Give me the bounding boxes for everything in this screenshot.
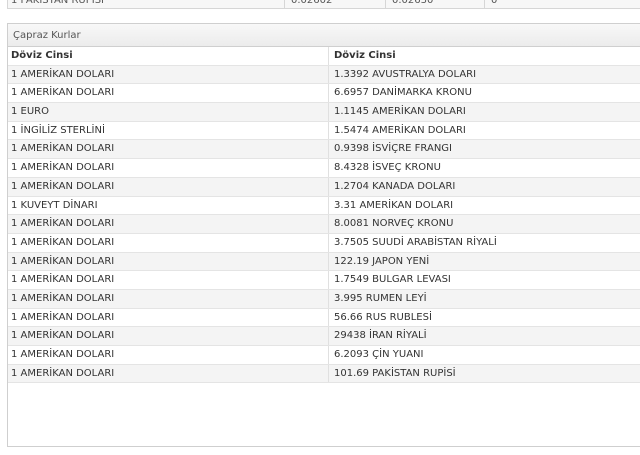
table-row: 1 AMERİKAN DOLARI 122.19 JAPON YENİ: [8, 252, 640, 272]
cell-rate: 1.1145 AMERİKAN DOLARI: [334, 106, 466, 118]
cell-from-currency: 1 EURO: [8, 103, 329, 121]
column-divider: [385, 0, 386, 8]
top-row-currency: 1 PAKİSTAN RUPİSİ: [11, 0, 105, 6]
table-header: Döviz Cinsi Döviz Cinsi: [8, 47, 640, 66]
cell-rate: 3.995 RUMEN LEYİ: [334, 292, 427, 304]
cell-from-currency: 1 AMERİKAN DOLARI: [8, 308, 329, 327]
table-row: 1 AMERİKAN DOLARI 1.3392 AVUSTRALYA DOLAR…: [8, 65, 640, 85]
table-row: 1 AMERİKAN DOLARI 56.66 RUS RUBLESİ: [8, 308, 640, 328]
cell-rate: 1.5474 AMERİKAN DOLARI: [334, 124, 466, 136]
cell-from-currency: 1 AMERİKAN DOLARI: [8, 177, 329, 196]
cell-rate: 122.19 JAPON YENİ: [334, 255, 430, 267]
cell-rate: 3.7505 SUUDİ ARABİSTAN RİYALİ: [334, 236, 497, 248]
cell-from-currency: 1 AMERİKAN DOLARI: [8, 252, 329, 271]
table-row: 1 AMERİKAN DOLARI 3.7505 SUUDİ ARABİSTAN …: [8, 233, 640, 253]
top-row-buy: 0.02602: [291, 0, 333, 6]
cell-rate: 8.4328 İSVEÇ KRONU: [334, 162, 441, 174]
cell-rate: 8.0081 NORVEÇ KRONU: [334, 218, 454, 230]
table-row: 1 AMERİKAN DOLARI 1.2704 KANADA DOLARI: [8, 177, 640, 197]
cell-from-currency: 1 AMERİKAN DOLARI: [8, 289, 329, 308]
cell-from-currency: 1 AMERİKAN DOLARI: [8, 65, 329, 84]
top-row-extra: 0: [491, 0, 498, 6]
cell-from-currency: 1 İNGİLİZ STERLİNİ: [8, 121, 329, 140]
table-row: 1 AMERİKAN DOLARI 101.69 PAKİSTAN RUPİSİ: [8, 364, 640, 384]
table-row: 1 AMERİKAN DOLARI 29438 İRAN RİYALİ: [8, 327, 640, 346]
cell-from-currency: 1 AMERİKAN DOLARI: [8, 346, 329, 364]
table-row: 1 EURO 1.1145 AMERİKAN DOLARI: [8, 103, 640, 122]
table-row: 1 AMERİKAN DOLARI 6.2093 ÇİN YUANI: [8, 346, 640, 365]
table-body: 1 AMERİKAN DOLARI 1.3392 AVUSTRALYA DOLAR…: [8, 65, 640, 384]
table-row: 1 AMERİKAN DOLARI 3.995 RUMEN LEYİ: [8, 289, 640, 309]
cell-rate: 29438 İRAN RİYALİ: [334, 330, 427, 342]
column-divider: [484, 0, 485, 8]
cell-rate: 1.2704 KANADA DOLARI: [334, 180, 456, 192]
cell-from-currency: 1 AMERİKAN DOLARI: [8, 140, 329, 159]
table-row: 1 AMERİKAN DOLARI 6.6957 DANİMARKA KRONU: [8, 84, 640, 104]
column-divider: [284, 0, 285, 8]
cell-from-currency: 1 AMERİKAN DOLARI: [8, 159, 329, 177]
cell-from-currency: 1 AMERİKAN DOLARI: [8, 327, 329, 345]
cell-from-currency: 1 AMERİKAN DOLARI: [8, 233, 329, 252]
table-row: 1 AMERİKAN DOLARI 8.0081 NORVEÇ KRONU: [8, 215, 640, 234]
cell-rate: 3.31 AMERİKAN DOLARI: [334, 199, 454, 211]
cell-from-currency: 1 AMERİKAN DOLARI: [8, 271, 329, 289]
table-row: 1 AMERİKAN DOLARI 1.7549 BULGAR LEVASI: [8, 271, 640, 290]
previous-table-last-row: 1 PAKİSTAN RUPİSİ 0.02602 0.02630 0: [7, 0, 640, 9]
cell-from-currency: 1 AMERİKAN DOLARI: [8, 215, 329, 233]
cell-from-currency: 1 AMERİKAN DOLARI: [8, 364, 329, 383]
cell-from-currency: 1 AMERİKAN DOLARI: [8, 84, 329, 103]
cell-rate: 0.9398 İSVİÇRE FRANGI: [334, 143, 452, 155]
table-row: 1 AMERİKAN DOLARI 0.9398 İSVİÇRE FRANGI: [8, 140, 640, 160]
cell-rate: 1.3392 AVUSTRALYA DOLARI: [334, 68, 477, 80]
cell-rate: 101.69 PAKİSTAN RUPİSİ: [334, 367, 456, 379]
cell-rate: 6.2093 ÇİN YUANI: [334, 349, 424, 360]
table-row: 1 AMERİKAN DOLARI 8.4328 İSVEÇ KRONU: [8, 159, 640, 178]
top-row-sell: 0.02630: [392, 0, 434, 6]
cell-from-currency: 1 KUVEYT DİNARI: [8, 196, 329, 215]
panel-title: Çapraz Kurlar: [8, 24, 640, 47]
cell-rate: 1.7549 BULGAR LEVASI: [334, 274, 451, 286]
table-row: 1 İNGİLİZ STERLİNİ 1.5474 AMERİKAN DOLARI: [8, 121, 640, 141]
column-header-to: Döviz Cinsi: [334, 50, 396, 61]
table-row: 1 KUVEYT DİNARI 3.31 AMERİKAN DOLARI: [8, 196, 640, 216]
cell-rate: 56.66 RUS RUBLESİ: [334, 311, 432, 323]
cross-rates-panel: Çapraz Kurlar Döviz Cinsi Döviz Cinsi 1 …: [7, 23, 640, 447]
column-header-from: Döviz Cinsi: [8, 47, 329, 65]
cell-rate: 6.6957 DANİMARKA KRONU: [334, 87, 472, 99]
